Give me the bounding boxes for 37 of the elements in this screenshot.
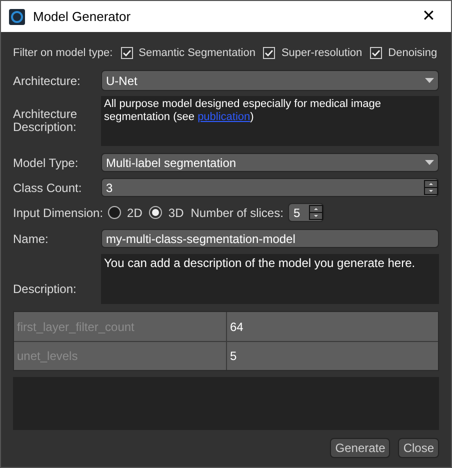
app-logo-icon [9,8,25,24]
field-label: Input Dimension: [13,204,104,222]
field-label: Architecture Description: [13,108,78,134]
dialog-button[interactable]: Close [398,438,439,458]
model-type-dropdown[interactable]: Multi-label segmentation [101,153,439,172]
spin-arrows-icon [309,205,324,220]
parameter-value-cell[interactable]: 64 [227,312,438,341]
field-label: Description: [13,281,78,298]
checkbox[interactable] [120,47,133,59]
architecture-description: All purpose model designed especially for medical image segmentation (see publication) [104,98,381,123]
checkbox[interactable] [263,47,276,59]
field-label: Number of slices: [190,204,284,222]
checkbox-label[interactable]: Denoising [388,44,438,62]
field-label: Name: [13,230,50,248]
slices-spinbox[interactable]: 5 [288,203,324,222]
checkbox-label[interactable]: Super-resolution [281,44,362,62]
architecture-dropdown[interactable]: U-Net [101,70,439,91]
radio-button[interactable] [108,206,122,219]
filter-label: Filter on model type: [13,46,113,61]
window-title: Model Generator [33,8,132,26]
dropdown-arrow-icon [425,78,434,83]
checkbox[interactable] [370,47,382,59]
field-label: Class Count: [13,180,83,196]
spin-arrows-icon [424,180,438,195]
radio-button[interactable] [149,206,162,219]
field-label: Model Type: [13,154,80,172]
dropdown-arrow-icon [425,160,434,165]
close-button[interactable]: ✕ [414,4,443,28]
class-count-spinbox[interactable]: 3 [101,178,439,197]
name-field[interactable]: my-multi-class-segmentation-model [101,229,439,248]
dialog-button[interactable]: Generate [330,438,390,458]
parameter-value-cell[interactable]: 5 [227,342,438,370]
radio-label[interactable]: 3D [168,204,184,222]
field-label: Architecture: [13,72,82,90]
radio-label[interactable]: 2D [127,204,142,222]
checkbox-label[interactable]: Semantic Segmentation [138,44,256,62]
description-field[interactable]: You can add a description of the model you generate here. [101,254,439,304]
